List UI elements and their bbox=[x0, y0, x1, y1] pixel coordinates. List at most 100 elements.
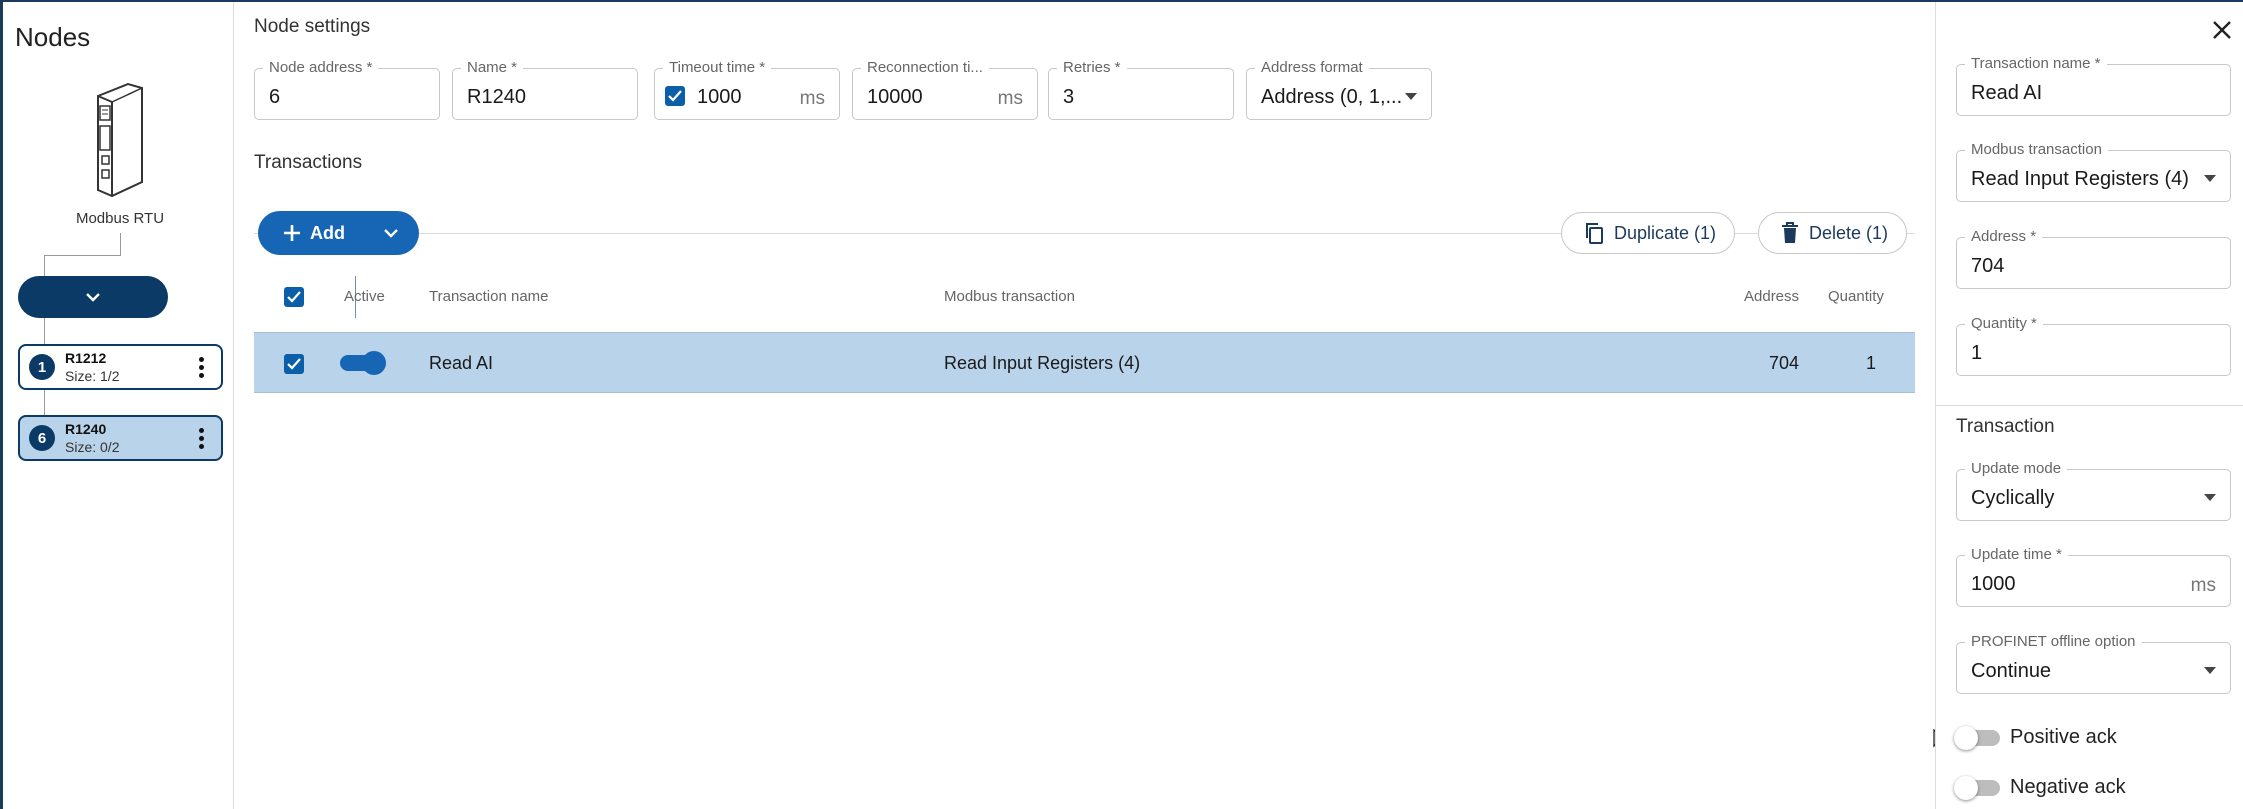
check-icon bbox=[287, 291, 301, 303]
field-label: PROFINET offline option bbox=[1965, 633, 2142, 650]
positive-ack-toggle[interactable] bbox=[1954, 726, 2002, 750]
modbus-transaction-select[interactable]: Modbus transaction Read Input Registers … bbox=[1956, 141, 2231, 202]
node-size: Size: 0/2 bbox=[65, 439, 120, 455]
node-badge: 6 bbox=[29, 425, 55, 451]
divider bbox=[1936, 405, 2243, 406]
field-value: Address (0, 1,... bbox=[1261, 86, 1403, 108]
device-label: Modbus RTU bbox=[75, 210, 165, 227]
field-value: 3 bbox=[1063, 86, 1075, 108]
check-icon bbox=[287, 358, 301, 370]
chevron-down-icon bbox=[384, 229, 398, 238]
header-active[interactable]: Active bbox=[344, 288, 385, 305]
node-name: R1240 bbox=[65, 421, 107, 437]
select-all-checkbox[interactable] bbox=[284, 287, 304, 307]
transaction-section-title: Transaction bbox=[1956, 416, 2055, 437]
field-label: Transaction name * bbox=[1965, 55, 2107, 72]
field-value: 1000 bbox=[1971, 573, 2016, 595]
transactions-title: Transactions bbox=[254, 152, 363, 173]
field-value: Read AI bbox=[1971, 82, 2043, 104]
caret-down-icon bbox=[2204, 667, 2216, 674]
reconnection-field[interactable]: Reconnection ti... 10000 ms bbox=[852, 59, 1038, 120]
sidebar-title: Nodes bbox=[15, 22, 91, 52]
main-panel: Node settings Node address * 6 Name * R1… bbox=[234, 2, 1947, 809]
field-unit: ms bbox=[997, 88, 1023, 109]
timeout-checkbox[interactable] bbox=[665, 86, 685, 106]
add-node-dropdown[interactable] bbox=[18, 292, 168, 302]
nodes-sidebar: Nodes Modbus RTU Add 1 R1212 Size: 1/2 6… bbox=[0, 2, 356, 809]
trash-icon bbox=[1782, 222, 1798, 243]
kebab-icon[interactable] bbox=[191, 427, 211, 449]
delete-button[interactable]: Delete (1) bbox=[1758, 212, 1908, 254]
header-modbus-transaction[interactable]: Modbus transaction bbox=[944, 288, 1075, 305]
caret-down-icon bbox=[2204, 175, 2216, 182]
field-value: Continue bbox=[1971, 660, 2052, 682]
field-value: 10000 bbox=[867, 86, 923, 108]
update-mode-select[interactable]: Update mode Cyclically bbox=[1956, 460, 2231, 521]
row-checkbox[interactable] bbox=[284, 354, 304, 374]
negative-ack-label: Negative ack bbox=[2010, 776, 2126, 798]
field-label: Update time * bbox=[1965, 546, 2068, 563]
cell-address: 704 bbox=[1769, 353, 1800, 373]
tree-connector bbox=[120, 233, 121, 255]
name-field[interactable]: Name * R1240 bbox=[452, 59, 638, 120]
retries-field[interactable]: Retries * 3 bbox=[1048, 59, 1234, 120]
header-quantity[interactable]: Quantity bbox=[1828, 288, 1884, 305]
update-time-field[interactable]: Update time * 1000 ms bbox=[1956, 546, 2231, 607]
cell-transaction-name: Read AI bbox=[429, 353, 494, 373]
add-transaction-dropdown[interactable] bbox=[363, 228, 419, 238]
cell-quantity: 1 bbox=[1866, 353, 1877, 373]
quantity-field[interactable]: Quantity * 1 bbox=[1956, 315, 2231, 376]
field-unit: ms bbox=[2190, 575, 2216, 596]
address-format-select[interactable]: Address format Address (0, 1,... bbox=[1246, 59, 1432, 120]
duplicate-button[interactable]: Duplicate (1) bbox=[1561, 212, 1736, 254]
node-size: Size: 1/2 bbox=[65, 368, 120, 384]
address-field[interactable]: Address * 704 bbox=[1956, 228, 2231, 289]
field-value: 1000 bbox=[697, 86, 742, 108]
field-label: Address * bbox=[1965, 228, 2043, 245]
profinet-offline-select[interactable]: PROFINET offline option Continue bbox=[1956, 633, 2231, 694]
node-settings-title: Node settings bbox=[254, 16, 371, 37]
field-value: 1 bbox=[1971, 342, 1983, 364]
field-label: Timeout time * bbox=[663, 59, 772, 76]
header-address[interactable]: Address bbox=[1744, 288, 1799, 305]
add-transaction-button[interactable]: Add bbox=[258, 211, 419, 255]
field-label: Node address * bbox=[263, 59, 379, 76]
check-icon bbox=[668, 90, 682, 102]
cell-modbus-transaction: Read Input Registers (4) bbox=[944, 353, 1141, 373]
active-toggle[interactable] bbox=[340, 351, 386, 375]
field-label: Address format bbox=[1255, 59, 1369, 76]
node-name: R1212 bbox=[65, 350, 107, 366]
positive-ack-label: Positive ack bbox=[2010, 726, 2117, 748]
field-label: Update mode bbox=[1965, 460, 2068, 477]
add-transaction-main[interactable]: Add bbox=[258, 223, 363, 244]
transaction-name-field[interactable]: Transaction name * Read AI bbox=[1956, 55, 2231, 116]
app-window: Nodes Modbus RTU Add 1 R1212 Size: 1/2 6… bbox=[0, 0, 2243, 809]
node-card-selected[interactable]: 6 R1240 Size: 0/2 bbox=[18, 415, 223, 461]
kebab-icon[interactable] bbox=[191, 356, 211, 378]
field-label: Quantity * bbox=[1965, 315, 2043, 332]
modbus-device-icon[interactable] bbox=[90, 82, 150, 200]
add-node-button[interactable]: Add bbox=[18, 276, 356, 318]
field-value: Cyclically bbox=[1971, 487, 2055, 509]
transaction-detail-panel: Transaction name * Read AI Modbus transa… bbox=[1935, 2, 2243, 809]
add-transaction-label: Add bbox=[310, 222, 345, 243]
chevron-down-icon bbox=[86, 293, 100, 302]
timeout-field[interactable]: Timeout time * 1000 ms bbox=[654, 59, 840, 120]
plus-icon bbox=[284, 225, 300, 241]
close-icon[interactable] bbox=[2212, 20, 2232, 40]
header-transaction-name[interactable]: Transaction name bbox=[429, 288, 549, 305]
tree-connector bbox=[44, 255, 121, 256]
node-card[interactable]: 1 R1212 Size: 1/2 bbox=[18, 344, 223, 390]
field-value: 6 bbox=[269, 86, 281, 108]
table-row[interactable]: Read AI Read Input Registers (4) 704 1 bbox=[254, 332, 1915, 393]
duplicate-icon bbox=[1586, 223, 1603, 244]
node-address-field[interactable]: Node address * 6 bbox=[254, 59, 440, 120]
caret-down-icon bbox=[2204, 494, 2216, 501]
field-label: Name * bbox=[461, 59, 524, 76]
duplicate-label: Duplicate (1) bbox=[1614, 222, 1717, 243]
caret-down-icon bbox=[1405, 93, 1417, 100]
negative-ack-toggle[interactable] bbox=[1954, 776, 2002, 800]
field-value: Read Input Registers (4) bbox=[1971, 168, 2189, 190]
delete-label: Delete (1) bbox=[1809, 222, 1889, 243]
node-badge: 1 bbox=[29, 354, 55, 380]
